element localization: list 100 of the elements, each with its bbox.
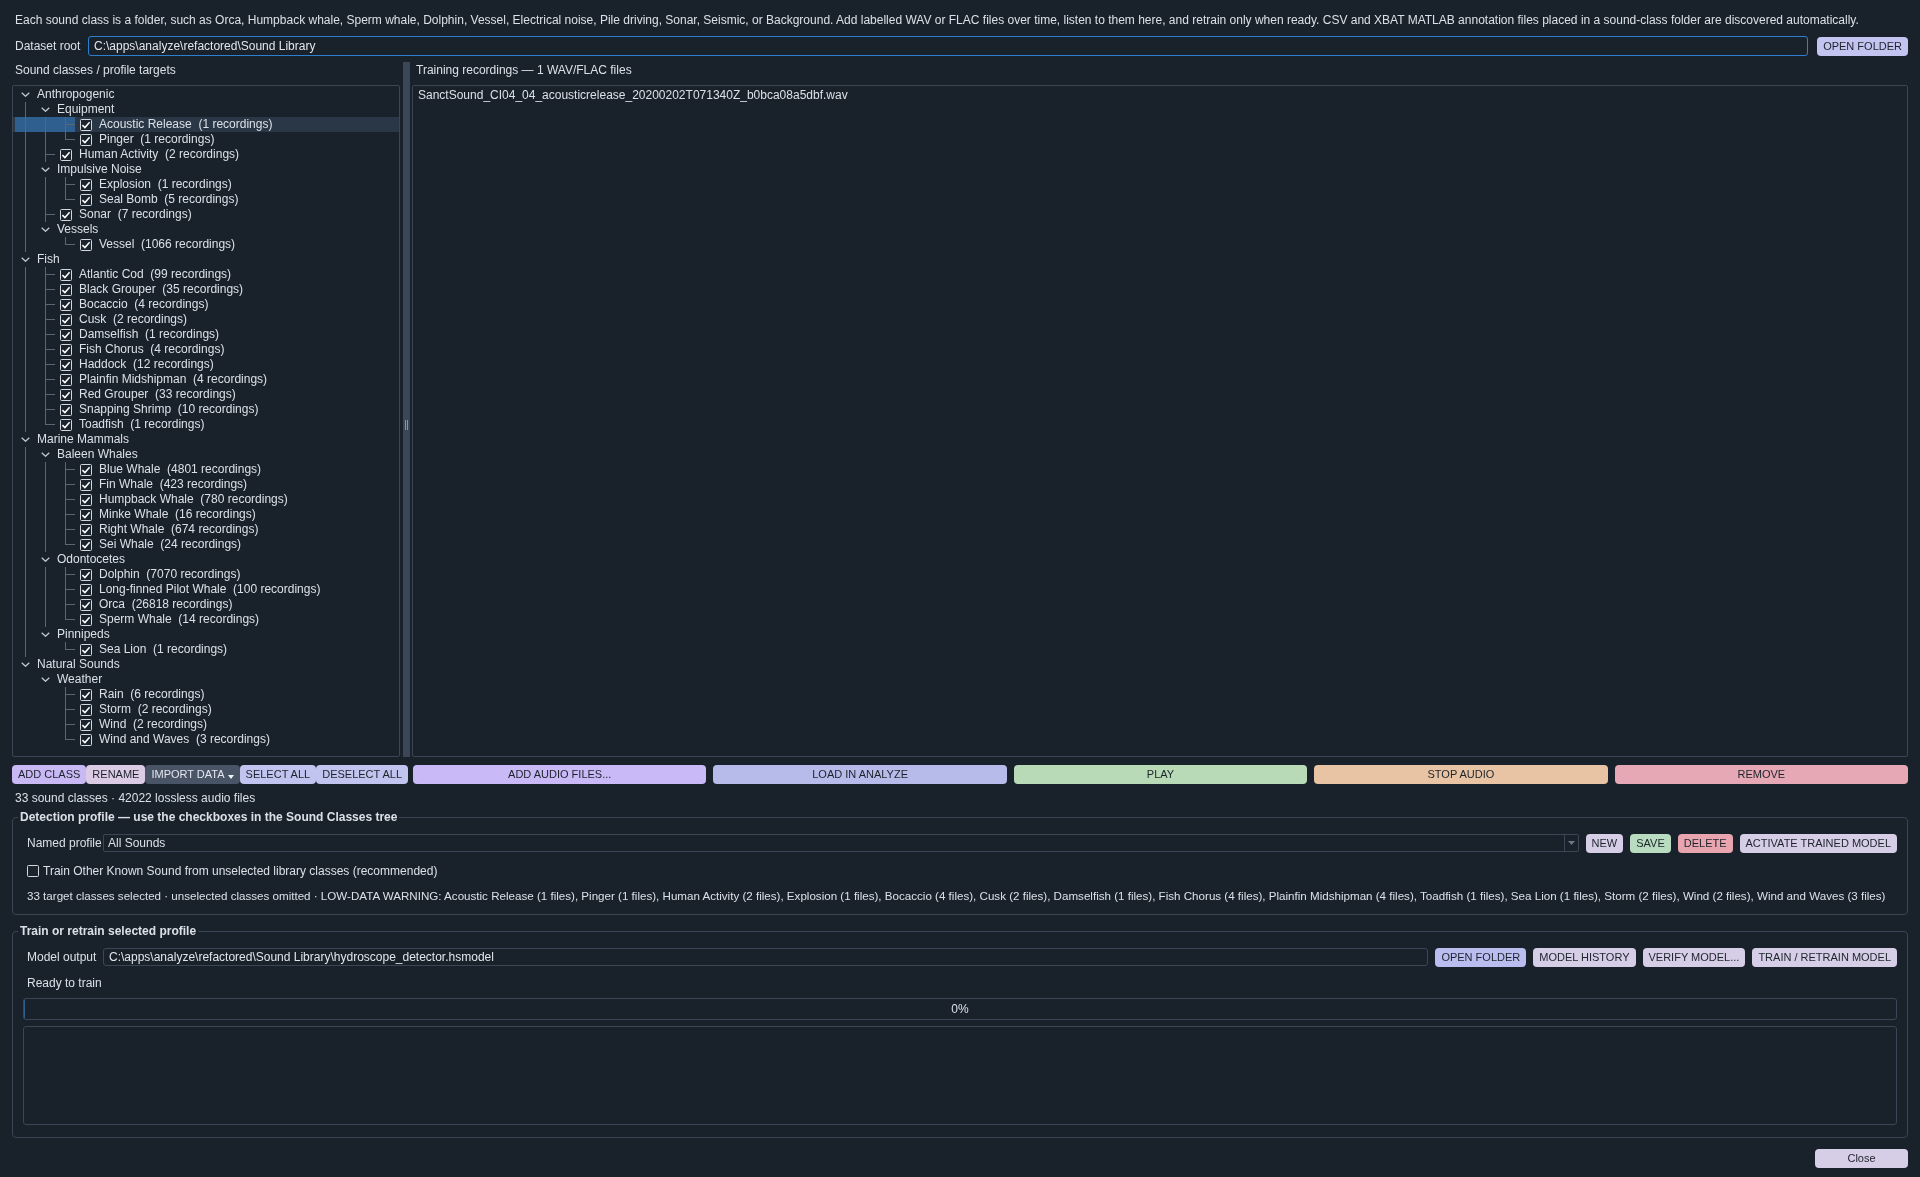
tree-row[interactable]: Weather <box>13 672 399 687</box>
tree-row[interactable]: Wind and Waves (3 recordings) <box>13 732 399 747</box>
tree-row[interactable]: Wind (2 recordings) <box>13 717 399 732</box>
tree-row[interactable]: Odontocetes <box>13 552 399 567</box>
tree-row[interactable]: Vessel (1066 recordings) <box>13 237 399 252</box>
tree-row[interactable]: Storm (2 recordings) <box>13 702 399 717</box>
model-button[interactable]: VERIFY MODEL... <box>1642 947 1746 967</box>
checkbox[interactable] <box>80 583 92 596</box>
checkbox[interactable] <box>80 478 92 491</box>
action-button[interactable]: STOP AUDIO <box>1314 765 1608 784</box>
tree-row[interactable]: Anthropogenic <box>13 87 399 102</box>
chevron-down-icon[interactable] <box>40 167 50 172</box>
checkbox[interactable] <box>80 133 92 146</box>
checkbox[interactable] <box>60 373 72 386</box>
tree-row[interactable]: Minke Whale (16 recordings) <box>13 507 399 522</box>
tree-row[interactable]: Bocaccio (4 recordings) <box>13 297 399 312</box>
profile-dropdown[interactable]: All Sounds <box>103 834 1579 852</box>
tree-row[interactable]: Right Whale (674 recordings) <box>13 522 399 537</box>
checkbox[interactable] <box>80 733 92 746</box>
checkbox[interactable] <box>80 688 92 701</box>
checkbox[interactable] <box>60 268 72 281</box>
toolbar-button[interactable]: DESELECT ALL <box>316 765 409 784</box>
profile-button[interactable]: DELETE <box>1677 833 1733 853</box>
checkbox[interactable] <box>80 523 92 536</box>
checkbox[interactable] <box>60 388 72 401</box>
tree-row[interactable]: Fish Chorus (4 recordings) <box>13 342 399 357</box>
tree-row[interactable]: Black Grouper (35 recordings) <box>13 282 399 297</box>
checkbox-label[interactable]: Train Other Known Sound from unselected library classes (recommended) <box>43 863 438 879</box>
checkbox[interactable] <box>80 643 92 656</box>
checkbox[interactable] <box>27 865 39 877</box>
chevron-down-icon[interactable] <box>20 92 30 97</box>
model-button[interactable]: TRAIN / RETRAIN MODEL <box>1752 947 1897 967</box>
chevron-down-icon[interactable] <box>20 662 30 667</box>
tree-row[interactable]: Fish <box>13 252 399 267</box>
checkbox[interactable] <box>80 493 92 506</box>
open-folder-button[interactable]: OPEN FOLDER <box>1817 36 1908 56</box>
chevron-down-icon[interactable] <box>40 557 50 562</box>
checkbox[interactable] <box>80 463 92 476</box>
tree-row[interactable]: Damselfish (1 recordings) <box>13 327 399 342</box>
tree-row[interactable]: Rain (6 recordings) <box>13 687 399 702</box>
tree-row[interactable]: Toadfish (1 recordings) <box>13 417 399 432</box>
tree-row[interactable]: Pinnipeds <box>13 627 399 642</box>
tree-row[interactable]: Impulsive Noise <box>13 162 399 177</box>
tree-row[interactable]: Sea Lion (1 recordings) <box>13 642 399 657</box>
checkbox[interactable] <box>60 283 72 296</box>
close-button[interactable]: Close <box>1815 1149 1908 1168</box>
checkbox[interactable] <box>80 178 92 191</box>
tree-row[interactable]: Sonar (7 recordings) <box>13 207 399 222</box>
checkbox[interactable] <box>60 358 72 371</box>
profile-button[interactable]: SAVE <box>1630 833 1671 853</box>
chevron-down-icon[interactable] <box>40 632 50 637</box>
checkbox[interactable] <box>60 313 72 326</box>
chevron-down-icon[interactable] <box>20 257 30 262</box>
tree-row[interactable]: Orca (26818 recordings) <box>13 597 399 612</box>
checkbox[interactable] <box>80 538 92 551</box>
path-field[interactable]: C:\apps\analyze\refactored\Sound Library\hydroscope_detector.hsmodel <box>103 948 1429 966</box>
tree-row[interactable]: Snapping Shrimp (10 recordings) <box>13 402 399 417</box>
chevron-down-icon[interactable] <box>40 677 50 682</box>
chevron-down-icon[interactable] <box>40 452 50 457</box>
tree-row[interactable]: Dolphin (7070 recordings) <box>13 567 399 582</box>
checkbox[interactable] <box>60 343 72 356</box>
checkbox[interactable] <box>80 238 92 251</box>
chevron-down-icon[interactable] <box>40 107 50 112</box>
tree-row[interactable]: Atlantic Cod (99 recordings) <box>13 267 399 282</box>
splitter-handle[interactable] <box>403 62 410 757</box>
tree-row[interactable]: Sperm Whale (14 recordings) <box>13 612 399 627</box>
checkbox[interactable] <box>60 418 72 431</box>
checkbox[interactable] <box>80 718 92 731</box>
profile-button[interactable]: NEW <box>1585 833 1624 853</box>
tree-row[interactable]: Blue Whale (4801 recordings) <box>13 462 399 477</box>
tree-row[interactable]: Explosion (1 recordings) <box>13 177 399 192</box>
checkbox[interactable] <box>80 193 92 206</box>
toolbar-button[interactable]: ADD CLASS <box>12 765 87 784</box>
checkbox[interactable] <box>60 208 72 221</box>
tree-row[interactable]: Cusk (2 recordings) <box>13 312 399 327</box>
tree-row[interactable]: Pinger (1 recordings) <box>13 132 399 147</box>
action-button[interactable]: PLAY <box>1013 765 1308 784</box>
model-button[interactable]: OPEN FOLDER <box>1435 947 1527 967</box>
toolbar-button[interactable]: RENAME <box>86 765 146 784</box>
chevron-down-icon[interactable] <box>20 437 30 442</box>
tree-row[interactable]: Marine Mammals <box>13 432 399 447</box>
tree-row[interactable]: Long-finned Pilot Whale (100 recordings) <box>13 582 399 597</box>
checkbox[interactable] <box>60 403 72 416</box>
tree-row[interactable]: Humpback Whale (780 recordings) <box>13 492 399 507</box>
tree-row[interactable]: Natural Sounds <box>13 657 399 672</box>
tree-row[interactable]: Human Activity (2 recordings) <box>13 147 399 162</box>
checkbox[interactable] <box>80 118 92 131</box>
checkbox[interactable] <box>60 148 72 161</box>
checkbox[interactable] <box>80 613 92 626</box>
checkbox[interactable] <box>60 328 72 341</box>
file-list-item[interactable]: SanctSound_CI04_04_acousticrelease_20200202T071340Z_b0bca08a5dbf.wav <box>413 88 1907 103</box>
action-button[interactable]: REMOVE <box>1614 765 1909 784</box>
profile-button[interactable]: ACTIVATE TRAINED MODEL <box>1739 833 1897 853</box>
path-field[interactable]: C:\apps\analyze\refactored\Sound Library <box>88 36 1809 56</box>
tree-row[interactable]: Seal Bomb (5 recordings) <box>13 192 399 207</box>
model-button[interactable]: MODEL HISTORY <box>1533 947 1636 967</box>
tree-row[interactable]: Red Grouper (33 recordings) <box>13 387 399 402</box>
checkbox[interactable] <box>80 598 92 611</box>
tree-row[interactable]: Haddock (12 recordings) <box>13 357 399 372</box>
toolbar-button[interactable]: SELECT ALL <box>239 765 317 784</box>
